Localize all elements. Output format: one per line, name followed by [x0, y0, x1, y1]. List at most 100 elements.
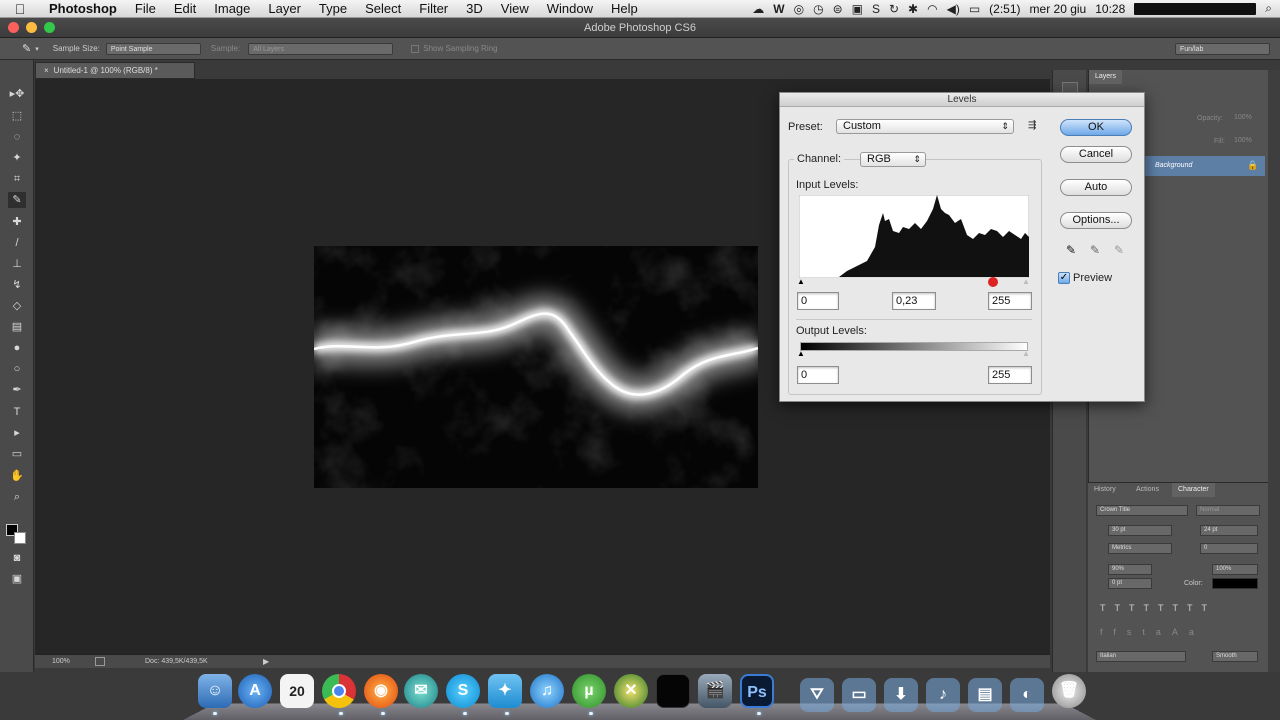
- zoom-level[interactable]: 100%: [52, 658, 70, 665]
- show-ring-checkbox[interactable]: [411, 44, 420, 53]
- panel-scrollbar[interactable]: [1268, 70, 1280, 672]
- lasso-tool-icon[interactable]: ◌: [8, 129, 26, 145]
- documents-folder-icon[interactable]: ▭: [842, 678, 876, 712]
- quick-select-tool-icon[interactable]: ✦: [8, 150, 26, 166]
- opacity-field[interactable]: 100%: [1234, 114, 1252, 121]
- menu-help[interactable]: Help: [602, 1, 647, 16]
- gradient-tool-icon[interactable]: ▤: [8, 319, 26, 335]
- firefox-icon[interactable]: ◉: [364, 674, 398, 708]
- applications-folder-icon[interactable]: ⛛: [800, 678, 834, 712]
- tab-history[interactable]: History: [1088, 483, 1122, 497]
- channel-select[interactable]: RGB ⇕: [860, 152, 926, 167]
- downloads-folder-icon[interactable]: ⬇: [884, 678, 918, 712]
- tab-character[interactable]: Character: [1172, 483, 1215, 497]
- white-point-eyedropper-icon[interactable]: ✎: [1114, 243, 1124, 257]
- trash-icon[interactable]: 🗑: [1052, 674, 1086, 708]
- pictures-folder-icon[interactable]: ◐: [1010, 678, 1044, 712]
- fill-field[interactable]: 100%: [1234, 137, 1252, 144]
- menu-3d[interactable]: 3D: [457, 1, 492, 16]
- bluetooth-icon[interactable]: ✱: [908, 2, 918, 16]
- workspace-select[interactable]: Fun/lab: [1175, 42, 1270, 55]
- preset-options-icon[interactable]: ⇶: [1028, 120, 1036, 131]
- itunes-icon[interactable]: ♫: [530, 674, 564, 708]
- brush-tool-icon[interactable]: /: [8, 235, 26, 251]
- white-output-slider[interactable]: ▲: [1022, 349, 1030, 358]
- kerning-field[interactable]: Metrics: [1108, 543, 1172, 554]
- status-arrow-icon[interactable]: ▶: [263, 657, 269, 666]
- tool-preset-chevron-icon[interactable]: ▾: [35, 45, 39, 53]
- preview-checkbox[interactable]: ✓: [1058, 272, 1070, 284]
- message-icon[interactable]: ▣: [852, 2, 863, 16]
- menubar-time[interactable]: 10:28: [1095, 2, 1125, 16]
- menu-edit[interactable]: Edit: [165, 1, 205, 16]
- eyedropper-tool-icon[interactable]: ✎: [22, 42, 31, 55]
- skype-icon[interactable]: S: [446, 674, 480, 708]
- text-style-buttons[interactable]: TTTTTTTT: [1100, 603, 1216, 613]
- close-window-icon[interactable]: [8, 22, 19, 33]
- layer-row[interactable]: Background 🔒: [1143, 156, 1265, 176]
- gamma-input-slider[interactable]: [988, 277, 998, 287]
- volume-icon[interactable]: ◀): [947, 2, 960, 16]
- menu-image[interactable]: Image: [205, 1, 259, 16]
- twitter-icon[interactable]: ✦: [488, 674, 522, 708]
- output-black-field[interactable]: 0: [797, 366, 839, 384]
- menu-filter[interactable]: Filter: [410, 1, 457, 16]
- menubar-date[interactable]: mer 20 giu: [1030, 2, 1087, 16]
- menu-type[interactable]: Type: [310, 1, 356, 16]
- eraser-tool-icon[interactable]: ◇: [8, 298, 26, 314]
- finder-icon[interactable]: ☺: [198, 674, 232, 708]
- font-size-field[interactable]: 30 pt: [1108, 525, 1172, 536]
- leading-field[interactable]: 24 pt: [1200, 525, 1258, 536]
- input-white-field[interactable]: 255: [988, 292, 1032, 310]
- horizontal-scale-field[interactable]: 100%: [1212, 564, 1258, 575]
- tab-actions[interactable]: Actions: [1130, 483, 1165, 497]
- xbmc-icon[interactable]: ✕: [614, 674, 648, 708]
- path-select-tool-icon[interactable]: ▸: [8, 425, 26, 441]
- blur-tool-icon[interactable]: ●: [8, 340, 26, 356]
- menu-select[interactable]: Select: [356, 1, 410, 16]
- headphones-icon[interactable]: ◎: [794, 2, 804, 16]
- preset-select[interactable]: Custom ⇕: [836, 119, 1014, 134]
- zoom-tool-icon[interactable]: ⌕: [8, 489, 26, 505]
- tracking-field[interactable]: 0: [1200, 543, 1258, 554]
- messages-icon[interactable]: ✉: [404, 674, 438, 708]
- shape-tool-icon[interactable]: ▭: [8, 446, 26, 462]
- healing-tool-icon[interactable]: ✚: [8, 214, 26, 230]
- battery-icon[interactable]: ▭: [969, 2, 980, 16]
- menu-layer[interactable]: Layer: [259, 1, 310, 16]
- options-button[interactable]: Options...: [1060, 212, 1132, 229]
- black-input-slider[interactable]: ▲: [797, 277, 805, 286]
- white-input-slider[interactable]: ▲: [1022, 277, 1030, 286]
- doc-size[interactable]: Doc: 439,5K/439,5K: [145, 658, 208, 665]
- spotlight-icon[interactable]: ⌕: [1265, 1, 1272, 16]
- document-tab[interactable]: × Untitled-1 @ 100% (RGB/8) *: [35, 62, 195, 79]
- utorrent-icon[interactable]: µ: [572, 674, 606, 708]
- output-white-field[interactable]: 255: [988, 366, 1032, 384]
- type-tool-icon[interactable]: T: [8, 404, 26, 420]
- menu-file[interactable]: File: [126, 1, 165, 16]
- vertical-scale-field[interactable]: 90%: [1108, 564, 1152, 575]
- sample-size-select[interactable]: Point Sample: [105, 42, 201, 55]
- input-gamma-field[interactable]: 0,23: [892, 292, 936, 310]
- auto-button[interactable]: Auto: [1060, 179, 1132, 196]
- marquee-tool-icon[interactable]: ⬚: [8, 108, 26, 124]
- battery-time[interactable]: (2:51): [989, 2, 1020, 16]
- history-brush-tool-icon[interactable]: ↯: [8, 277, 26, 293]
- close-doc-icon[interactable]: ×: [44, 66, 49, 75]
- sample-select[interactable]: All Layers: [248, 42, 394, 55]
- cancel-button[interactable]: Cancel: [1060, 146, 1132, 163]
- toggle-icon[interactable]: ⊜: [833, 2, 843, 16]
- calendar-icon[interactable]: 20: [280, 674, 314, 708]
- minimize-window-icon[interactable]: [26, 22, 37, 33]
- pen-tool-icon[interactable]: ✒: [8, 382, 26, 398]
- gray-point-eyedropper-icon[interactable]: ✎: [1090, 243, 1100, 257]
- background-color-swatch[interactable]: [14, 532, 26, 544]
- photoshop-icon[interactable]: Ps: [740, 674, 774, 708]
- dodge-tool-icon[interactable]: ○: [8, 361, 26, 377]
- crop-tool-icon[interactable]: ⌗: [8, 171, 26, 187]
- move-tool-icon[interactable]: ▸✥: [8, 86, 26, 102]
- skype-icon[interactable]: S: [872, 2, 880, 16]
- screen-mode-icon[interactable]: ▣: [8, 571, 26, 587]
- input-black-field[interactable]: 0: [797, 292, 839, 310]
- document-canvas[interactable]: [314, 246, 758, 488]
